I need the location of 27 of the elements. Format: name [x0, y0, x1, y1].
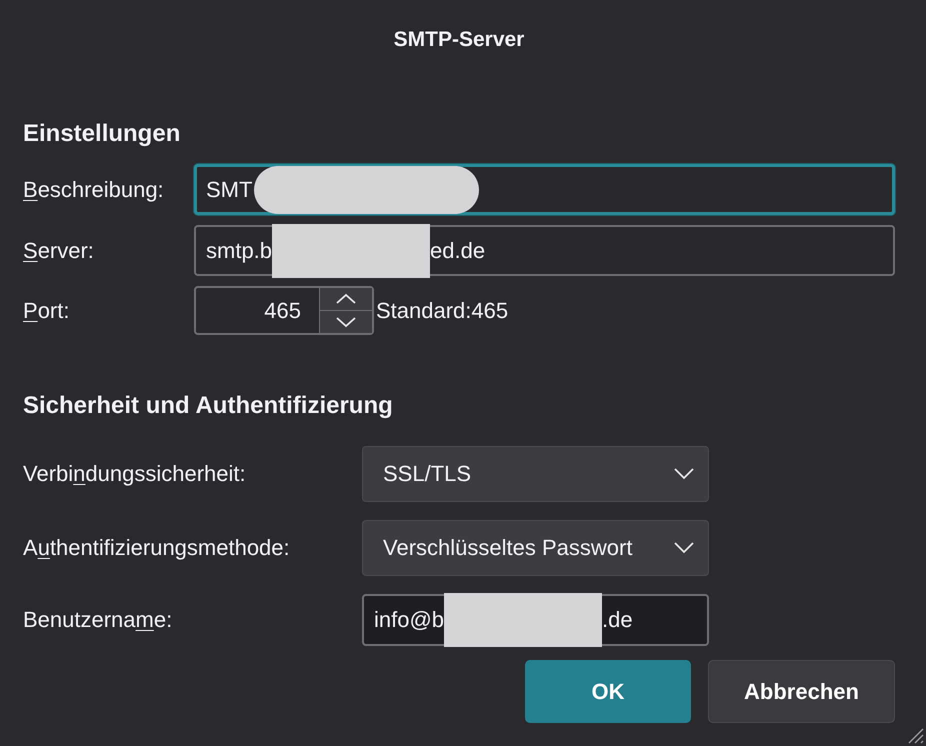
chevron-down-icon: [674, 468, 694, 480]
dropdown[interactable]: Verschlüsseltes Passwort: [362, 520, 709, 576]
window-title: SMTP-Server: [392, 27, 526, 53]
port-spinbox[interactable]: 465: [194, 286, 374, 335]
field-value-text: .de: [602, 607, 634, 633]
field-label: Benutzername:: [23, 607, 174, 633]
dropdown[interactable]: SSL/TLS: [362, 446, 709, 502]
field-label: Authentifizierungsmethode:: [23, 535, 291, 561]
field-value-text: SMT: [206, 176, 252, 202]
chevron-up-icon[interactable]: [320, 288, 372, 310]
text-field[interactable]: info@b .de: [362, 594, 709, 646]
section-heading: Sicherheit und Authentifizierung: [23, 392, 394, 420]
field-label: Beschreibung:: [23, 176, 165, 202]
section-heading: Einstellungen: [23, 120, 182, 148]
field-value-text: smtp.b: [206, 238, 272, 264]
text-field[interactable]: SMT: [194, 164, 895, 215]
default-port-text: Standard:465: [376, 298, 508, 324]
chevron-down-icon: [674, 542, 694, 554]
field-label: Port:: [23, 298, 70, 324]
dialog-button[interactable]: Abbrechen: [708, 660, 895, 723]
text-field[interactable]: smtp.b ed.de: [194, 225, 895, 276]
dialog-button[interactable]: OK: [525, 660, 691, 723]
field-label: Server:: [23, 238, 95, 264]
field-value-text: ed.de: [430, 238, 486, 264]
field-value-text: info@b: [374, 607, 444, 633]
chevron-down-icon[interactable]: [320, 311, 372, 333]
field-label: Verbindungssicherheit:: [23, 461, 247, 487]
